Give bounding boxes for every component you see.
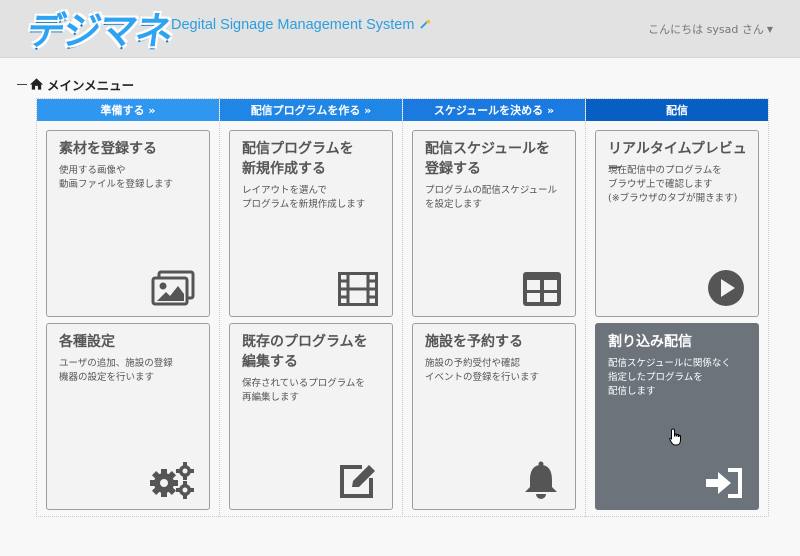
card-title-line: 配信プログラムを: [242, 141, 354, 157]
card-title-line: 編集する: [242, 354, 298, 370]
card-description: 使用する画像や 動画ファイルを登録します: [59, 164, 201, 192]
magic-wand-icon: [420, 18, 432, 32]
card-desc-line: レイアウトを選んで: [242, 185, 328, 196]
card-description: 現在配信中のプログラムを ブラウザ上で確認します (※ブラウザのタブが開きます): [608, 164, 750, 206]
card-desc-line: 再編集します: [242, 392, 300, 403]
sign-in-icon: [706, 468, 742, 498]
play-circle-icon: [708, 270, 744, 306]
card-title: 既存のプログラムを 編集する: [242, 332, 384, 372]
card-desc-line: 指定したプログラムを: [608, 372, 703, 383]
card-description: 保存されているプログラムを 再編集します: [242, 377, 384, 405]
card-title: 配信スケジュールを 登録する: [425, 139, 567, 179]
film-icon: [338, 272, 378, 306]
column-divider: [585, 98, 586, 517]
caret-down-icon: ▼: [766, 25, 773, 34]
card-create-program[interactable]: 配信プログラムを 新規作成する レイアウトを選んで プログラムを新規作成します: [229, 130, 393, 317]
card-desc-line: ブラウザ上で確認します: [608, 179, 713, 190]
app-subtitle: Degital Signage Management System: [171, 17, 432, 33]
home-icon: [29, 78, 44, 90]
column-header-distribute: 配信: [586, 99, 768, 121]
card-title-line: 登録する: [425, 161, 481, 177]
subtitle-text: Degital Signage Management System: [171, 17, 415, 33]
user-menu-dropdown[interactable]: こんにちは sysad さん ▼: [648, 21, 773, 37]
card-title-line: 配信スケジュールを: [425, 141, 551, 157]
card-desc-line: 配信スケジュールに関係なく: [608, 358, 731, 369]
column-header-schedule[interactable]: スケジュールを決める »: [403, 99, 585, 121]
card-desc-line: イベントの登録を行います: [425, 372, 540, 383]
card-title-line: 既存のプログラムを: [242, 334, 368, 350]
app-header: デジマネ Degital Signage Management System こ…: [0, 0, 800, 58]
table-grid-icon: [523, 272, 561, 306]
card-title-line: 施設を予約する: [425, 334, 523, 350]
card-title: 各種設定: [59, 332, 201, 352]
card-title: 素材を登録する: [59, 139, 201, 159]
edit-icon: [340, 465, 375, 498]
card-desc-line: プログラムを新規作成します: [242, 199, 366, 210]
column-header-prepare[interactable]: 準備する »: [37, 99, 219, 121]
app-logo[interactable]: デジマネ: [24, 4, 174, 53]
card-register-material[interactable]: 素材を登録する 使用する画像や 動画ファイルを登録します: [46, 130, 210, 317]
card-interrupt-distribution[interactable]: 割り込み配信 配信スケジュールに関係なく 指定したプログラムを 配信します: [595, 323, 759, 510]
card-reserve-facility[interactable]: 施設を予約する 施設の予約受付や確認 イベントの登録を行います: [412, 323, 576, 510]
card-description: プログラムの配信スケジュール を設定します: [425, 184, 567, 212]
card-description: レイアウトを選んで プログラムを新規作成します: [242, 184, 384, 212]
card-desc-line: 配信します: [608, 386, 656, 397]
card-desc-line: ユーザの追加、施設の登録: [59, 358, 173, 369]
gears-icon: [150, 462, 194, 499]
card-title: 施設を予約する: [425, 332, 567, 352]
card-title: 配信プログラムを 新規作成する: [242, 139, 384, 179]
card-title-line: 割り込み配信: [608, 334, 692, 350]
card-desc-line: を設定します: [425, 199, 483, 210]
column-header-create-program[interactable]: 配信プログラムを作る »: [220, 99, 402, 121]
user-greeting: こんにちは sysad さん: [648, 23, 764, 36]
card-title: 割り込み配信: [608, 332, 750, 352]
main-menu-heading: メインメニュー: [17, 76, 135, 93]
hand-pointer-cursor: [669, 428, 681, 446]
card-description: 施設の予約受付や確認 イベントの登録を行います: [425, 357, 567, 385]
card-desc-line: 動画ファイルを登録します: [59, 179, 174, 190]
card-edit-program[interactable]: 既存のプログラムを 編集する 保存されているプログラムを 再編集します: [229, 323, 393, 510]
logo-text: デジマネ: [24, 8, 175, 53]
card-desc-line: 使用する画像や: [59, 165, 126, 176]
heading-dash: [17, 83, 27, 85]
card-desc-line: 現在配信中のプログラムを: [608, 165, 722, 176]
card-register-schedule[interactable]: 配信スケジュールを 登録する プログラムの配信スケジュール を設定します: [412, 130, 576, 317]
bell-icon: [525, 461, 557, 499]
image-icon: [151, 270, 195, 306]
card-desc-line: 施設の予約受付や確認: [425, 358, 521, 369]
card-title-line: 各種設定: [59, 334, 115, 350]
card-realtime-preview[interactable]: リアルタイムプレビュー 現在配信中のプログラムを ブラウザ上で確認します (※ブ…: [595, 130, 759, 317]
column-divider: [402, 98, 403, 517]
card-desc-line: (※ブラウザのタブが開きます): [608, 193, 738, 204]
card-settings[interactable]: 各種設定 ユーザの追加、施設の登録 機器の設定を行います: [46, 323, 210, 510]
card-title-line: 新規作成する: [242, 161, 326, 177]
card-desc-line: プログラムの配信スケジュール: [425, 185, 558, 196]
card-description: ユーザの追加、施設の登録 機器の設定を行います: [59, 357, 201, 385]
page-title: メインメニュー: [47, 77, 135, 93]
card-description: 配信スケジュールに関係なく 指定したプログラムを 配信します: [608, 357, 750, 399]
card-desc-line: 機器の設定を行います: [59, 372, 155, 383]
column-divider: [219, 98, 220, 517]
card-title-line: 素材を登録する: [59, 141, 157, 157]
card-desc-line: 保存されているプログラムを: [242, 378, 365, 389]
